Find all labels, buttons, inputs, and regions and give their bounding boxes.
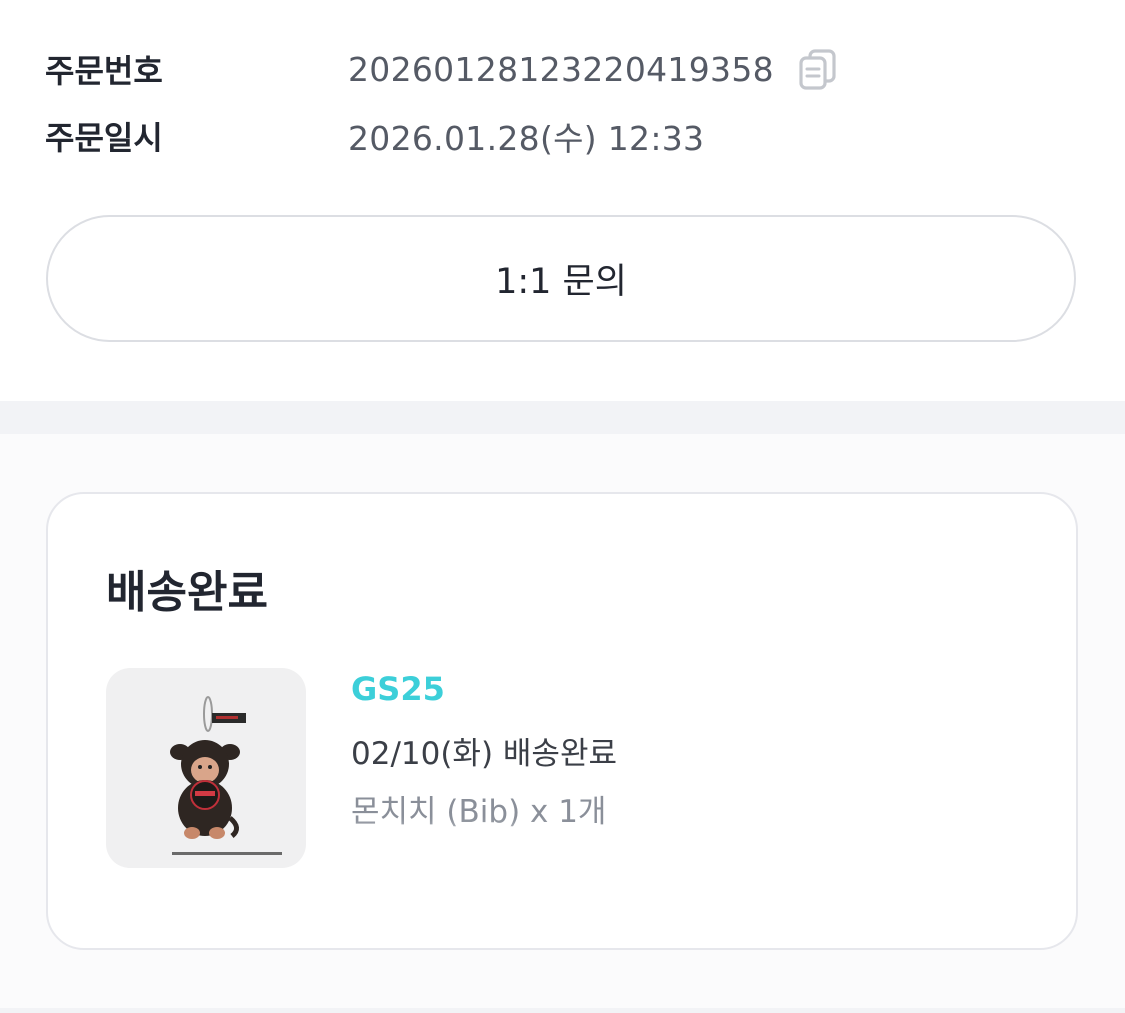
section-divider: [0, 401, 1125, 434]
copy-icon[interactable]: [796, 47, 840, 91]
order-number-label: 주문번호: [45, 52, 163, 90]
monchhichi-plush-keychain: [170, 696, 282, 855]
store-name: GS25: [351, 670, 445, 708]
order-date-label: 주문일시: [45, 119, 163, 157]
bottom-divider: [0, 1008, 1125, 1013]
order-number-row: 주문번호 20260128123220419358: [45, 44, 840, 94]
inquiry-button[interactable]: 1:1 문의: [46, 215, 1076, 342]
order-date-value: 2026.01.28(수) 12:33: [348, 119, 705, 158]
order-detail-page: 주문번호 20260128123220419358 주문일시 2026.01.2…: [0, 0, 1125, 1013]
product-name: 몬치치 (Bib) x 1개: [351, 794, 607, 830]
delivery-status-date: 02/10(화) 배송완료: [351, 736, 617, 772]
delivery-card[interactable]: 배송완료 GS25 02/10(화) 배송완료 몬치치 (Bib) x 1개: [46, 492, 1078, 950]
inquiry-button-label: 1:1 문의: [495, 262, 627, 302]
order-date-row: 주문일시 2026.01.28(수) 12:33: [45, 111, 704, 161]
product-thumbnail[interactable]: [106, 668, 306, 868]
order-number-value: 20260128123220419358: [348, 49, 774, 89]
delivery-status-title: 배송완료: [106, 567, 268, 618]
redacted-text: [338, 839, 568, 875]
